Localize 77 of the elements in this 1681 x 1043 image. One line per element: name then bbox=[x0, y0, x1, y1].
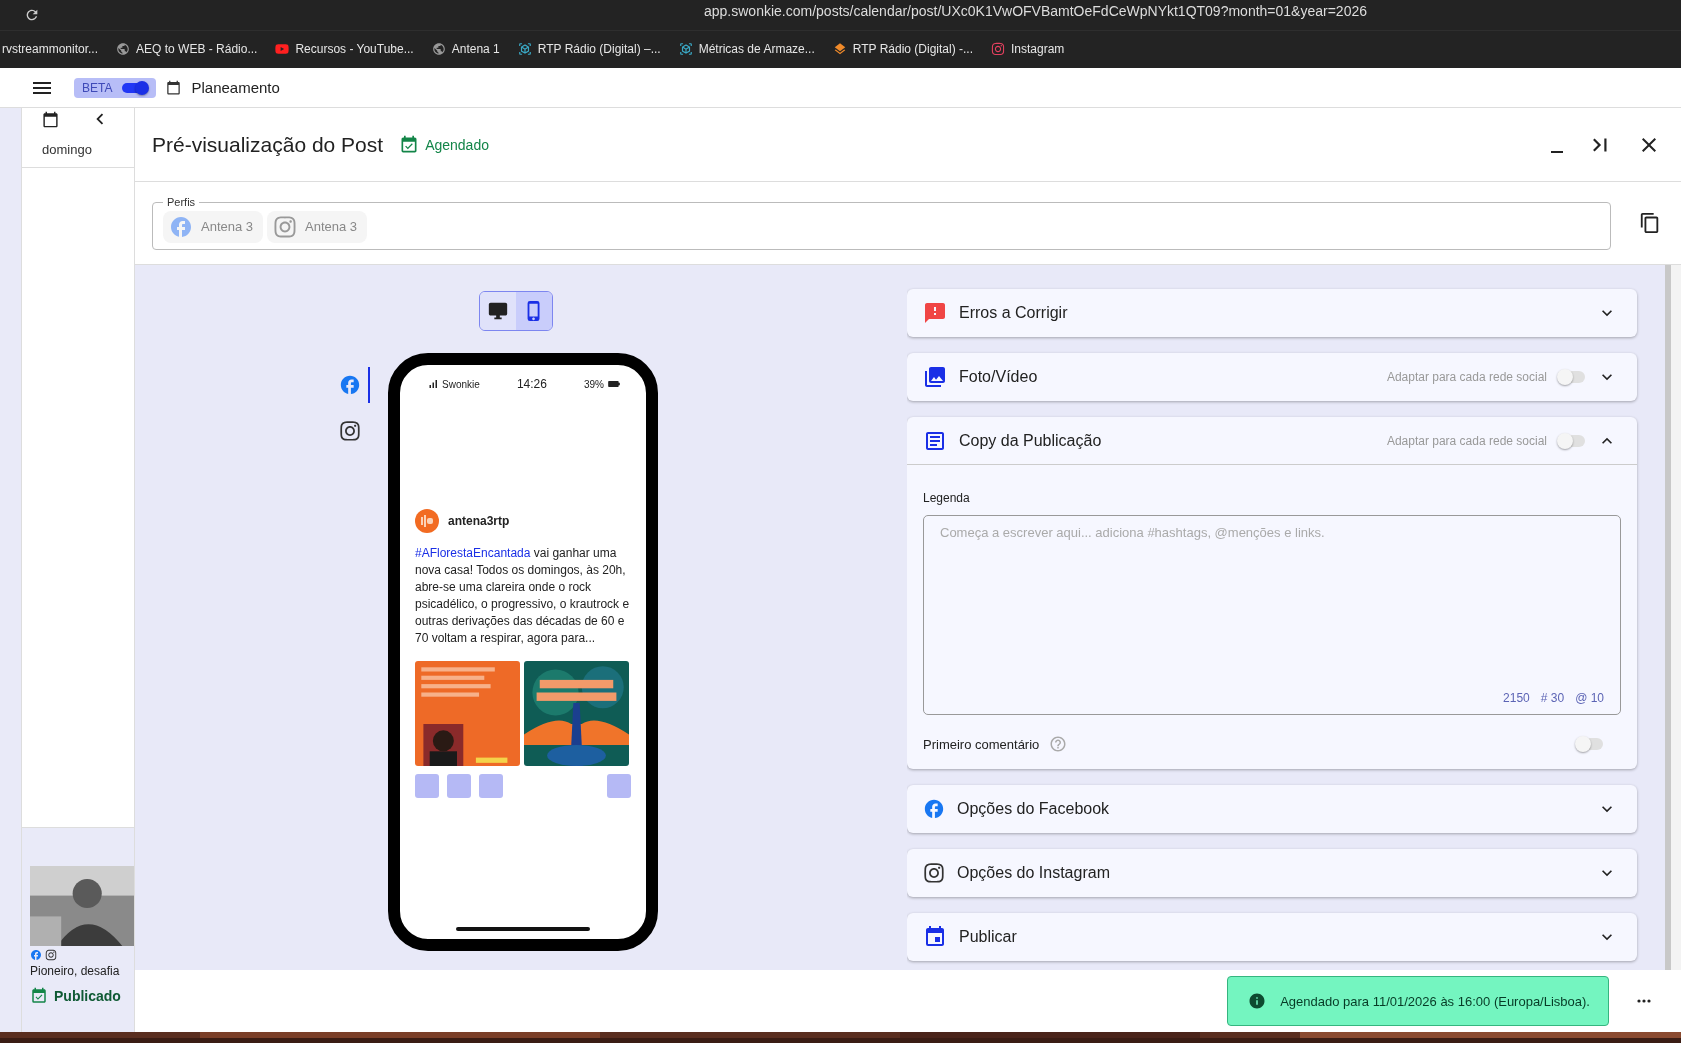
counter: # 30 bbox=[1540, 691, 1565, 705]
accordion-header[interactable]: Publicar bbox=[907, 913, 1637, 961]
desktop-button[interactable] bbox=[480, 292, 516, 330]
facebook-icon bbox=[339, 374, 361, 396]
accordion-header[interactable]: Opções do Instagram bbox=[907, 849, 1637, 897]
accordion-header[interactable]: Copy da Publicação Adaptar para cada rede social bbox=[907, 417, 1637, 465]
modal-title: Pré-visualização do Post bbox=[152, 132, 384, 157]
bookmark[interactable]: Métricas de Armaze... bbox=[678, 41, 815, 56]
instagram-icon bbox=[45, 949, 57, 961]
calendar-icon[interactable] bbox=[42, 110, 59, 128]
bookmark[interactable]: Antena 1 bbox=[431, 41, 500, 56]
check-icon bbox=[30, 987, 48, 1005]
post-caption: Pioneiro, desafia bbox=[30, 964, 121, 978]
caption-field[interactable]: Começa a escrever aqui... adiciona #hashtags, @menções e links. 2150 # 30 @ 10 bbox=[923, 515, 1621, 715]
globe-icon bbox=[431, 41, 446, 56]
post-text: #AFlorestaEncantada vai ganhar uma nova casa! Todos os domingos, às 20h, abre-se uma clareira onde o rock psicadélico, o progressivo, o krautrock e outras derivações das décadas de 60 e 70 voltam a respirar, agora para... bbox=[415, 545, 631, 647]
url-text[interactable]: app.swonkie.com/posts/calendar/post/UXc0K1VwOFVBamtOeFdCeWpNYkt1QT09?month=01&year=2026 bbox=[704, 3, 1367, 19]
instagram-icon bbox=[273, 214, 298, 239]
adapt-switch[interactable] bbox=[1559, 371, 1585, 383]
bookmark[interactable]: rvstreammonitor... bbox=[2, 41, 99, 56]
accordion-header[interactable]: Erros a Corrigir bbox=[907, 289, 1637, 337]
accordion-header[interactable]: Opções do Facebook bbox=[907, 785, 1637, 833]
battery-label: 39% bbox=[583, 378, 604, 390]
adapt-label: Adaptar para cada rede social bbox=[1386, 370, 1547, 384]
bookmark[interactable]: AEQ to WEB - Rádio... bbox=[116, 41, 258, 56]
account-name: antena3rtp bbox=[448, 514, 510, 528]
reload-icon[interactable] bbox=[24, 7, 40, 23]
toast-message: Agendado para 11/01/2026 às 16:00 (Europa/Lisboa). bbox=[1280, 993, 1590, 1009]
action-placeholder bbox=[415, 774, 439, 798]
more-icon bbox=[1637, 999, 1651, 1003]
instagram-icon bbox=[339, 420, 361, 442]
layers-icon bbox=[832, 41, 847, 56]
minimize-icon bbox=[1551, 150, 1563, 153]
counter: 2150 bbox=[1503, 691, 1530, 705]
adapt-label: Adaptar para cada rede social bbox=[1386, 433, 1547, 448]
clock: 14:26 bbox=[516, 377, 547, 391]
calendar-icon bbox=[923, 925, 947, 949]
action-placeholder bbox=[447, 774, 471, 798]
status-label: Publicado bbox=[54, 988, 121, 1004]
calendar-icon bbox=[166, 80, 182, 95]
monitor-icon bbox=[487, 300, 509, 322]
mobile-button[interactable] bbox=[516, 292, 552, 330]
counter: @ 10 bbox=[1575, 691, 1604, 705]
alert-icon bbox=[923, 301, 947, 325]
field-label: Primeiro comentário bbox=[923, 736, 1040, 752]
facebook-icon bbox=[30, 949, 42, 961]
bookmark[interactable]: RTP Rádio (Digital) –... bbox=[517, 41, 661, 56]
beta-toggle[interactable]: BETA bbox=[74, 77, 157, 98]
photo-library-icon bbox=[923, 365, 947, 389]
instagram-icon bbox=[923, 862, 945, 884]
avatar bbox=[415, 509, 439, 533]
facebook-icon bbox=[169, 214, 193, 239]
adapt-switch[interactable] bbox=[1559, 434, 1585, 447]
play-icon bbox=[275, 41, 290, 56]
calendar-check-icon bbox=[399, 134, 420, 155]
day-label: domingo bbox=[42, 142, 93, 157]
copy-icon bbox=[1639, 212, 1661, 234]
cube-icon bbox=[678, 41, 693, 56]
bookmark[interactable]: Instagram bbox=[991, 41, 1065, 56]
comment-switch[interactable] bbox=[1577, 738, 1603, 750]
beta-switch[interactable] bbox=[122, 82, 149, 93]
bookmark[interactable]: RTP Rádio (Digital) -... bbox=[832, 41, 973, 56]
carrier-label: Swonkie bbox=[442, 378, 480, 390]
globe-icon bbox=[116, 41, 131, 56]
signal-icon bbox=[427, 378, 439, 390]
info-icon bbox=[1248, 992, 1267, 1010]
accordion-header[interactable]: Foto/Vídeo Adaptar para cada rede social bbox=[907, 353, 1637, 401]
status-label: Agendado bbox=[425, 136, 489, 153]
section-title: Planeamento bbox=[191, 79, 280, 96]
hashtag-link[interactable]: #AFlorestaEncantada bbox=[415, 546, 531, 560]
field-label: Legenda bbox=[923, 491, 971, 505]
action-placeholder bbox=[607, 774, 631, 798]
action-placeholder bbox=[479, 774, 503, 798]
camera-icon bbox=[991, 41, 1005, 56]
cube-icon bbox=[517, 41, 532, 56]
bookmark[interactable]: Recursos - YouTube... bbox=[275, 41, 414, 56]
facebook-icon bbox=[923, 798, 945, 820]
